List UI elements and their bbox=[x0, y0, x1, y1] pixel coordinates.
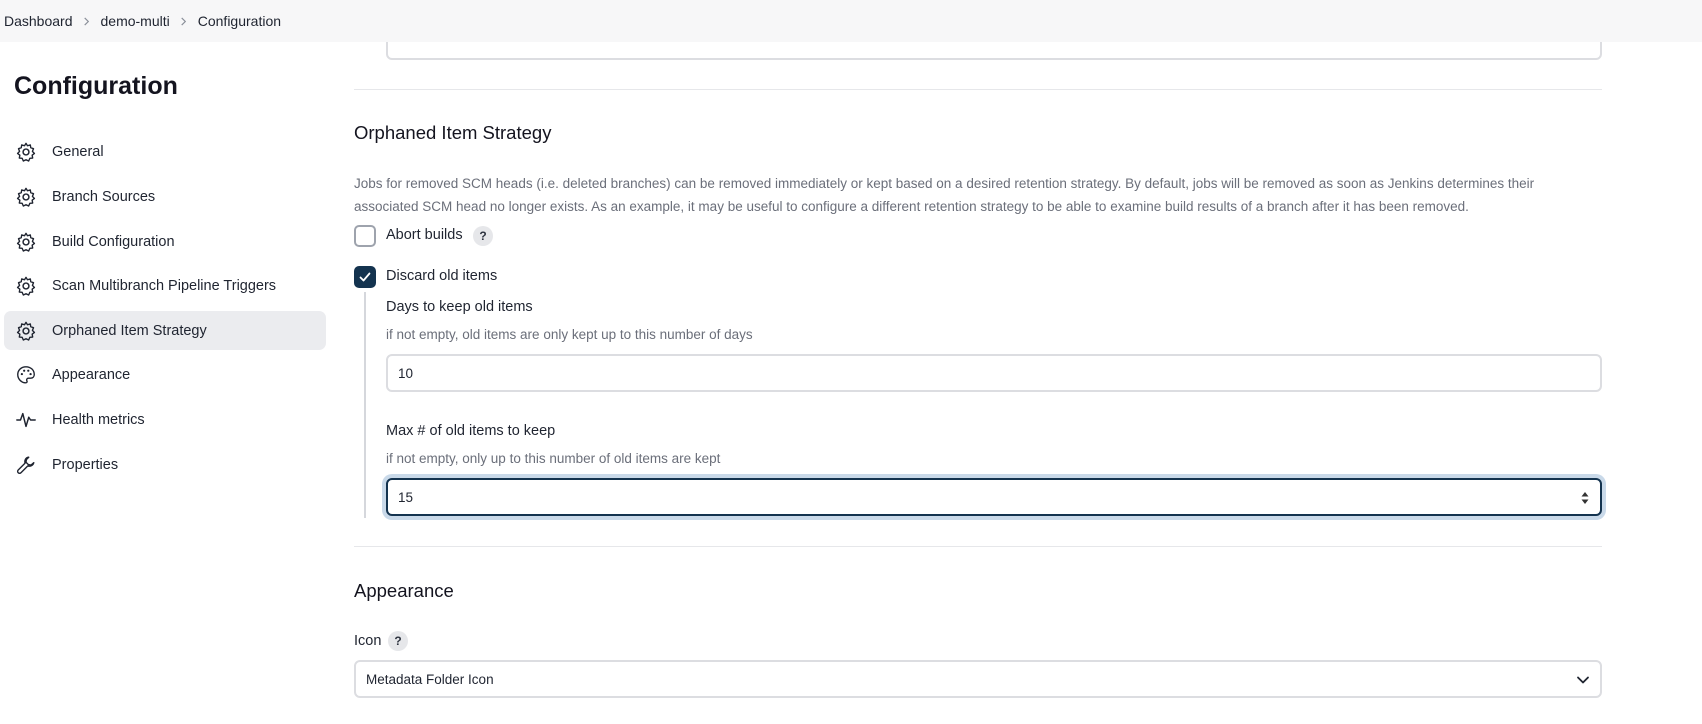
days-to-keep-hint: if not empty, old items are only kept up… bbox=[386, 327, 753, 342]
section-divider bbox=[354, 546, 1602, 547]
days-to-keep-input[interactable]: 10 bbox=[386, 354, 1602, 392]
icon-label: Icon bbox=[354, 633, 382, 649]
sidebar-item-build-configuration[interactable]: Build Configuration bbox=[4, 222, 326, 261]
sidebar-item-scan-triggers[interactable]: Scan Multibranch Pipeline Triggers bbox=[4, 266, 326, 305]
breadcrumb: Dashboard demo-multi Configuration bbox=[0, 0, 1702, 42]
days-to-keep-value: 10 bbox=[398, 365, 414, 381]
sidebar-item-label: Appearance bbox=[52, 366, 131, 383]
palette-icon bbox=[14, 363, 38, 387]
sidebar-item-label: Orphaned Item Strategy bbox=[52, 322, 207, 339]
chevron-right-icon bbox=[73, 16, 101, 26]
section-divider bbox=[354, 89, 1602, 90]
gear-icon bbox=[14, 274, 38, 298]
gear-icon bbox=[14, 185, 38, 209]
gear-icon bbox=[14, 230, 38, 254]
days-to-keep-label: Days to keep old items bbox=[386, 299, 533, 315]
sidebar-item-label: Properties bbox=[52, 456, 119, 473]
orphaned-section-title: Orphaned Item Strategy bbox=[354, 122, 552, 143]
gear-icon bbox=[14, 319, 38, 343]
breadcrumb-configuration[interactable]: Configuration bbox=[198, 13, 281, 29]
nested-indent-bar bbox=[364, 292, 366, 518]
heartbeat-icon bbox=[14, 408, 38, 432]
chevron-down-icon bbox=[1577, 676, 1589, 684]
gear-icon bbox=[14, 140, 38, 164]
sidebar-item-general[interactable]: General bbox=[4, 132, 326, 171]
sidebar-item-health-metrics[interactable]: Health metrics bbox=[4, 400, 326, 439]
orphaned-description: Jobs for removed SCM heads (i.e. deleted… bbox=[354, 176, 1535, 214]
help-icon[interactable]: ? bbox=[388, 631, 408, 651]
chevron-right-icon bbox=[170, 16, 198, 26]
sidebar-item-label: Health metrics bbox=[52, 411, 145, 428]
sidebar-item-orphaned-item-strategy[interactable]: Orphaned Item Strategy bbox=[4, 311, 326, 350]
max-old-items-label: Max # of old items to keep bbox=[386, 423, 556, 439]
icon-select[interactable]: Metadata Folder Icon bbox=[354, 660, 1602, 698]
sidebar-item-label: Branch Sources bbox=[52, 188, 156, 205]
max-old-items-hint: if not empty, only up to this number of … bbox=[386, 451, 721, 466]
sidebar-item-label: Scan Multibranch Pipeline Triggers bbox=[52, 277, 277, 294]
help-icon[interactable]: ? bbox=[473, 226, 493, 246]
sidebar-item-properties[interactable]: Properties bbox=[4, 445, 326, 484]
checkmark-icon bbox=[359, 272, 371, 282]
sidebar-item-label: General bbox=[52, 143, 104, 160]
sidebar-item-appearance[interactable]: Appearance bbox=[4, 355, 326, 394]
breadcrumb-dashboard[interactable]: Dashboard bbox=[4, 13, 73, 29]
number-spinner-icon[interactable] bbox=[1580, 490, 1590, 506]
abort-builds-label: Abort builds bbox=[386, 227, 463, 243]
appearance-section-title: Appearance bbox=[354, 580, 454, 601]
breadcrumb-demo-multi[interactable]: demo-multi bbox=[101, 13, 170, 29]
discard-old-items-label: Discard old items bbox=[386, 268, 498, 284]
wrench-icon bbox=[14, 453, 38, 477]
page-title: Configuration bbox=[14, 72, 178, 100]
sidebar-item-branch-sources[interactable]: Branch Sources bbox=[4, 177, 326, 216]
max-old-items-value: 15 bbox=[398, 489, 414, 505]
icon-select-value: Metadata Folder Icon bbox=[366, 671, 494, 687]
sidebar-item-label: Build Configuration bbox=[52, 233, 175, 250]
discard-old-items-checkbox[interactable] bbox=[354, 266, 376, 288]
abort-builds-checkbox[interactable] bbox=[354, 225, 376, 247]
max-old-items-input[interactable]: 15 bbox=[386, 478, 1602, 516]
